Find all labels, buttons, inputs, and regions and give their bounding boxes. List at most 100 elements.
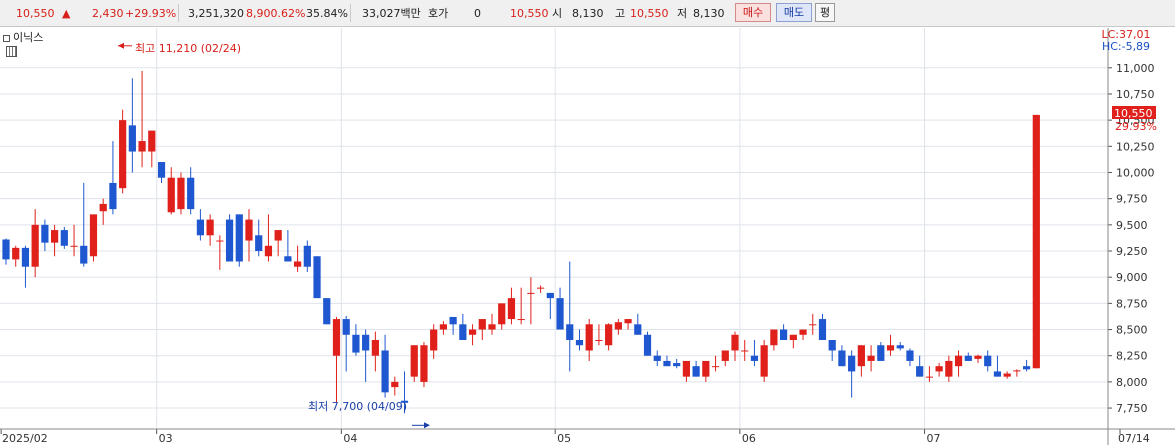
candle-body: [284, 256, 292, 262]
quote-label: 호가: [428, 7, 449, 20]
candlestick-chart[interactable]: 7,750 8,000 8,250 8,500 8,750 9,000 9,250 9,500…: [0, 27, 1175, 446]
volume-ratio: 8,900.62%: [246, 7, 306, 20]
sell-button[interactable]: 매도: [776, 3, 812, 22]
candle-body: [886, 345, 895, 351]
current-price: 10,550: [16, 7, 55, 20]
chart-axes: 7,750 8,000 8,250 8,500 8,750 9,000 9,250 9,500…: [0, 28, 1175, 445]
candle-body: [566, 324, 574, 341]
y-tick-label: 9,750: [1116, 193, 1148, 206]
divider: [178, 4, 179, 22]
candle-body: [488, 324, 496, 330]
candle-body: [750, 355, 759, 361]
candle-body: [799, 329, 807, 335]
candle-body: [148, 130, 156, 152]
y-tick-label: 8,500: [1116, 324, 1148, 337]
candle-body: [70, 245, 78, 247]
candle-body: [264, 245, 273, 257]
high-arrow-icon: [118, 42, 124, 49]
candle-body: [187, 177, 195, 210]
candle-body: [711, 366, 720, 368]
candle-body: [313, 256, 321, 299]
candle-body: [867, 355, 875, 361]
x-tick-label: 05: [557, 432, 571, 445]
candle-body: [381, 350, 389, 393]
candle-body: [838, 350, 846, 367]
candle-body: [1013, 370, 1021, 372]
candle-body: [1023, 366, 1031, 370]
candle-body: [653, 355, 661, 361]
candle-body: [517, 319, 525, 321]
candle-body: [60, 230, 68, 246]
x-tick-label: 07/14: [1118, 432, 1150, 445]
candle-body: [789, 334, 797, 341]
candle-body: [935, 366, 943, 372]
candle-body: [537, 287, 545, 289]
candle-body: [31, 224, 39, 267]
candle-body: [391, 381, 399, 388]
candle-body: [478, 319, 486, 330]
candle-body: [634, 324, 642, 335]
candle-body: [498, 303, 506, 325]
table-view-icon[interactable]: [6, 46, 17, 57]
candle-body: [21, 247, 30, 267]
candle-body: [974, 355, 982, 359]
candle-body: [177, 177, 185, 210]
y-tick-label: 8,750: [1116, 297, 1148, 310]
candle-body: [12, 247, 20, 260]
candle-body: [245, 219, 253, 241]
candle-body: [721, 350, 729, 361]
candle-body: [323, 298, 331, 325]
candle-body: [527, 292, 535, 294]
candle-body: [51, 230, 59, 243]
candle-body: [692, 366, 700, 377]
candle-body: [371, 340, 379, 356]
candle-body: [848, 355, 856, 372]
collapse-icon: [3, 34, 10, 42]
stock-name: 이닉스: [13, 31, 44, 44]
evaluate-button[interactable]: 평: [815, 3, 835, 22]
candle-body: [993, 371, 1002, 377]
candle-body: [770, 329, 778, 346]
x-tick-label: 07: [927, 432, 941, 445]
price-change-pct: +29.93%: [125, 7, 177, 20]
candle-body: [828, 340, 836, 351]
candle-body: [167, 177, 175, 213]
candle-body: [896, 345, 904, 349]
candle-body: [857, 345, 865, 367]
candle-body: [41, 224, 49, 243]
open-price: 8,130: [572, 7, 604, 20]
candle-body: [1003, 373, 1011, 377]
low-arrow-icon: [424, 422, 430, 429]
candle-series: [2, 70, 1040, 414]
candle-body: [138, 141, 146, 152]
candle-body: [809, 324, 817, 326]
y-tick-label: 8,000: [1116, 376, 1148, 389]
buy-button[interactable]: 매수: [735, 3, 771, 22]
y-tick-label: 10,000: [1116, 166, 1155, 179]
candle-body: [80, 245, 88, 264]
hc-label: HC:-5,89: [1102, 40, 1150, 53]
divider: [350, 4, 351, 22]
x-tick-label: 04: [343, 432, 357, 445]
stock-name-tab[interactable]: 이닉스: [3, 29, 43, 45]
candle-body: [954, 355, 963, 367]
candle-body: [731, 334, 739, 351]
candle-body: [546, 292, 554, 299]
y-tick-label: 10,250: [1116, 140, 1155, 153]
low-price: 8,130: [693, 7, 725, 20]
candle-body: [294, 261, 302, 267]
y-tick-label: 10,750: [1116, 88, 1155, 101]
candle-body: [99, 203, 107, 212]
low-annotation: 최저 7,700 (04/09): [308, 400, 407, 413]
candle-body: [157, 162, 166, 178]
candle-body: [225, 219, 234, 262]
volume: 3,251,320: [188, 7, 244, 20]
y-tick-label: 9,250: [1116, 245, 1148, 258]
last-price-marker: 10,550 29.93%: [1112, 106, 1157, 133]
candle-body: [575, 340, 584, 346]
candle-body: [1032, 114, 1040, 369]
candle-body: [89, 214, 98, 257]
chart-annotations: LC:37,01 HC:-5,89 최고 11,210 (02/24) 최저 7…: [118, 28, 1157, 429]
candle-body: [702, 360, 710, 377]
candle-body: [877, 345, 885, 361]
